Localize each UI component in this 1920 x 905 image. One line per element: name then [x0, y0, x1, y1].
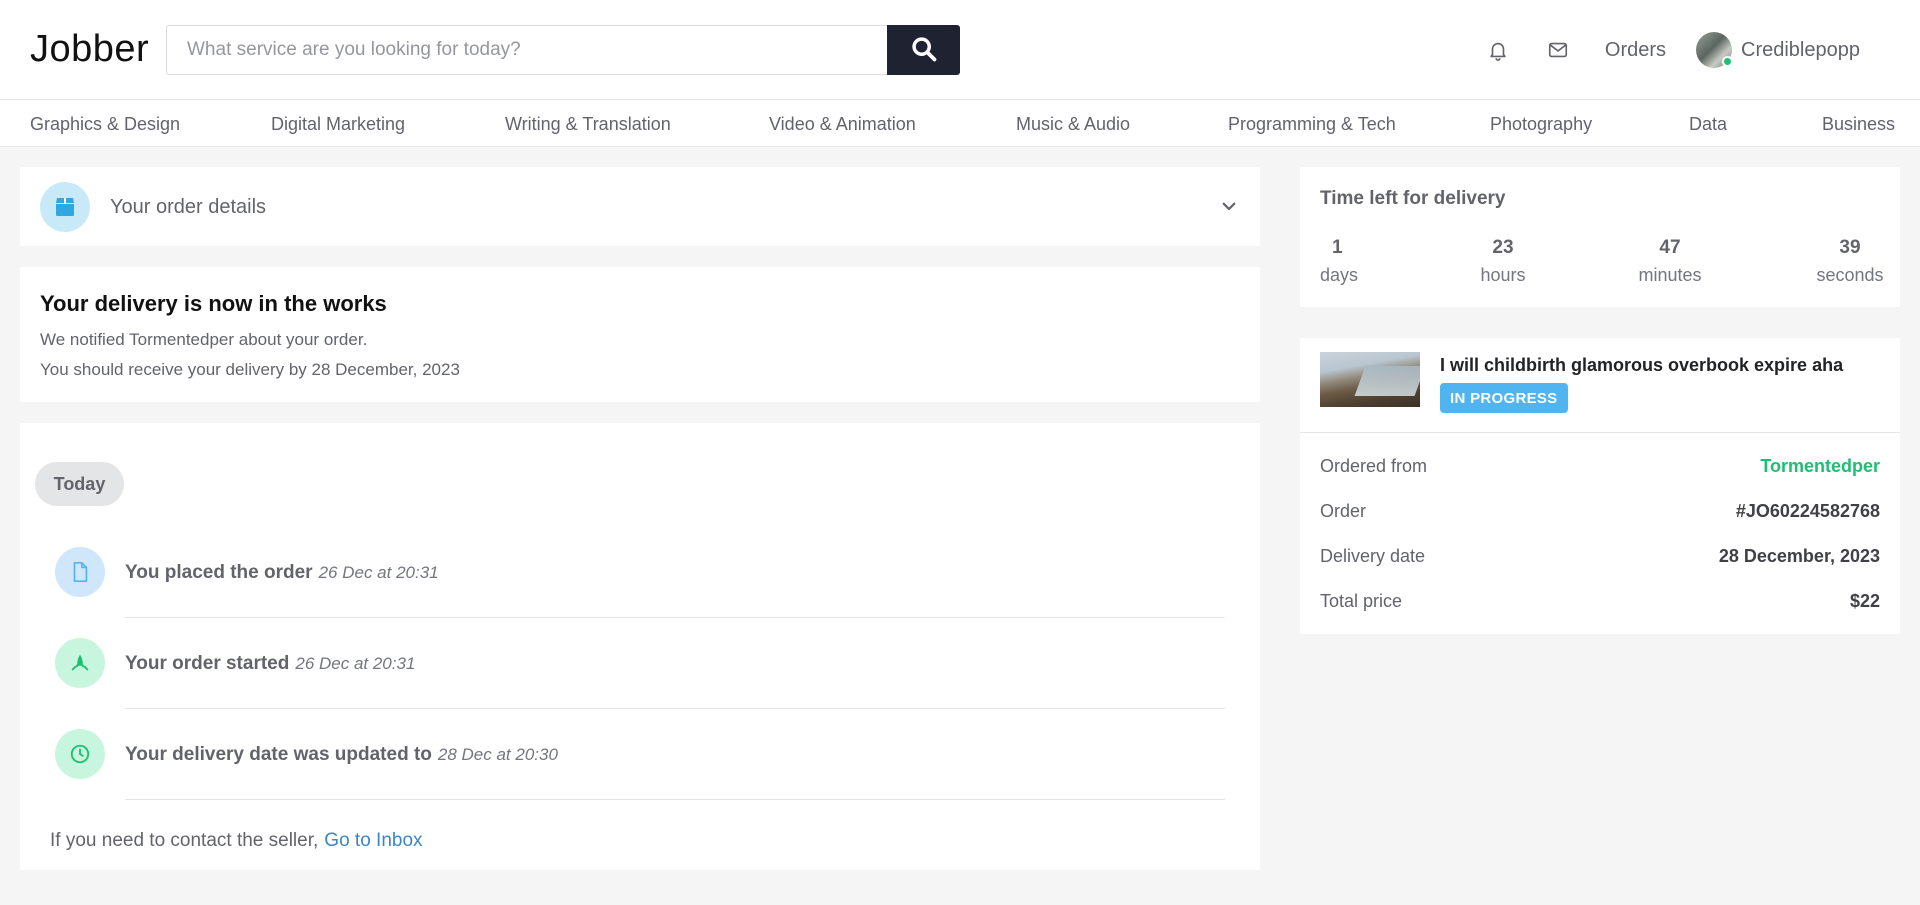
timeline-item-text: Your order started 26 Dec at 20:31 — [125, 653, 415, 675]
category-writing-translation[interactable]: Writing & Translation — [505, 114, 671, 135]
summary-row-delivery-date: Delivery date 28 December, 2023 — [1320, 546, 1880, 567]
timeline-item-text: Your delivery date was updated to 28 Dec … — [125, 744, 558, 766]
summary-row-ordered-from: Ordered from Tormentedper — [1320, 456, 1880, 477]
timeline-item-time: 28 Dec at 20:30 — [437, 745, 558, 764]
order-timeline: Today You placed the order 26 Dec at 20:3… — [20, 423, 1260, 870]
summary-row-total-price: Total price $22 — [1320, 591, 1880, 612]
gig-thumbnail[interactable] — [1320, 352, 1420, 407]
countdown-value: 23 — [1492, 237, 1514, 258]
bell-icon[interactable] — [1485, 37, 1511, 63]
seller-link[interactable]: Tormentedper — [1760, 456, 1880, 477]
timeline-divider — [125, 617, 1225, 618]
contact-seller-text: If you need to contact the seller, Go to … — [50, 830, 423, 852]
category-video-animation[interactable]: Video & Animation — [769, 114, 916, 135]
timeline-item: You placed the order 26 Dec at 20:31 — [55, 547, 1225, 637]
countdown-hours: 23 hours — [1473, 237, 1533, 286]
summary-divider — [1300, 432, 1900, 433]
summary-key: Total price — [1320, 591, 1403, 611]
timeline-divider — [125, 708, 1225, 709]
timeline-item-time: 26 Dec at 20:31 — [295, 654, 416, 673]
username-link[interactable]: Crediblepopp — [1741, 39, 1860, 62]
category-business[interactable]: Business — [1822, 114, 1895, 135]
timeline-item-time: 26 Dec at 20:31 — [318, 563, 439, 582]
countdown-label: days — [1320, 265, 1359, 285]
summary-key: Order — [1320, 501, 1367, 521]
contact-seller-label: If you need to contact the seller, — [50, 830, 319, 851]
header-nav: Orders Crediblepopp — [1485, 30, 1860, 70]
order-details-toggle[interactable]: Your order details — [20, 167, 1260, 246]
rocket-icon — [55, 638, 105, 688]
timeline-divider — [125, 799, 1225, 800]
summary-row-order: Order #JO60224582768 — [1320, 501, 1880, 522]
orders-link[interactable]: Orders — [1605, 39, 1666, 62]
timeline-item-label: You placed the order — [125, 562, 313, 583]
status-badge: IN PROGRESS — [1440, 383, 1568, 413]
delivery-notified-text: We notified Tormentedper about your orde… — [40, 330, 368, 349]
time-left-title: Time left for delivery — [1320, 188, 1506, 209]
countdown-days: 1 days — [1320, 237, 1358, 286]
order-summary-card: I will childbirth glamorous overbook exp… — [1300, 338, 1900, 634]
gig-title[interactable]: I will childbirth glamorous overbook exp… — [1440, 355, 1843, 376]
search-button[interactable] — [887, 25, 960, 75]
category-digital-marketing[interactable]: Digital Marketing — [271, 114, 405, 135]
countdown-value: 39 — [1839, 237, 1861, 258]
countdown-minutes: 47 minutes — [1630, 237, 1710, 286]
order-number: #JO60224582768 — [1735, 501, 1880, 521]
online-status-dot — [1722, 56, 1734, 67]
chevron-down-icon[interactable] — [1216, 193, 1242, 219]
summary-key: Ordered from — [1320, 456, 1428, 476]
thumbnail-sea — [1354, 366, 1420, 396]
category-graphics-design[interactable]: Graphics & Design — [30, 114, 180, 135]
logo[interactable]: Jobber — [30, 28, 149, 71]
category-photography[interactable]: Photography — [1490, 114, 1592, 135]
timeline-item: Your delivery date was updated to 28 Dec … — [55, 729, 1225, 819]
delivery-status-title: Your delivery is now in the works — [40, 291, 387, 316]
countdown-label: minutes — [1638, 265, 1702, 285]
delivery-date-value: 28 December, 2023 — [1718, 546, 1880, 566]
document-icon — [55, 547, 105, 597]
total-price-value: $22 — [1849, 591, 1880, 611]
countdown-label: seconds — [1816, 265, 1884, 285]
summary-key: Delivery date — [1320, 546, 1426, 566]
search-input[interactable] — [166, 25, 887, 75]
countdown-value: 47 — [1659, 237, 1681, 258]
category-data[interactable]: Data — [1689, 114, 1727, 135]
timeline-item-label: Your delivery date was updated to — [125, 744, 432, 765]
package-icon — [40, 182, 90, 232]
avatar[interactable] — [1696, 32, 1734, 68]
countdown-value: 1 — [1332, 237, 1343, 258]
category-music-audio[interactable]: Music & Audio — [1016, 114, 1130, 135]
top-header: Jobber Orders Crediblepopp — [0, 0, 1920, 100]
timeline-item-label: Your order started — [125, 653, 290, 674]
search-bar — [166, 25, 960, 75]
category-programming-tech[interactable]: Programming & Tech — [1228, 114, 1396, 135]
timeline-item: Your order started 26 Dec at 20:31 — [55, 638, 1225, 728]
category-nav: Graphics & Design Digital Marketing Writ… — [0, 100, 1920, 147]
timeline-item-text: You placed the order 26 Dec at 20:31 — [125, 562, 439, 584]
search-icon — [910, 35, 938, 66]
mail-icon[interactable] — [1545, 37, 1571, 63]
order-details-title: Your order details — [110, 196, 267, 218]
clock-icon — [55, 729, 105, 779]
delivery-expected-text: You should receive your delivery by 28 D… — [40, 360, 460, 379]
time-left-card: Time left for delivery 1 days 23 hours 4… — [1300, 167, 1900, 307]
timeline-day-label: Today — [35, 462, 124, 506]
go-to-inbox-link[interactable]: Go to Inbox — [324, 830, 422, 851]
countdown-label: hours — [1480, 265, 1526, 285]
delivery-status-card: Your delivery is now in the works We not… — [20, 267, 1260, 402]
countdown-seconds: 39 seconds — [1810, 237, 1890, 286]
